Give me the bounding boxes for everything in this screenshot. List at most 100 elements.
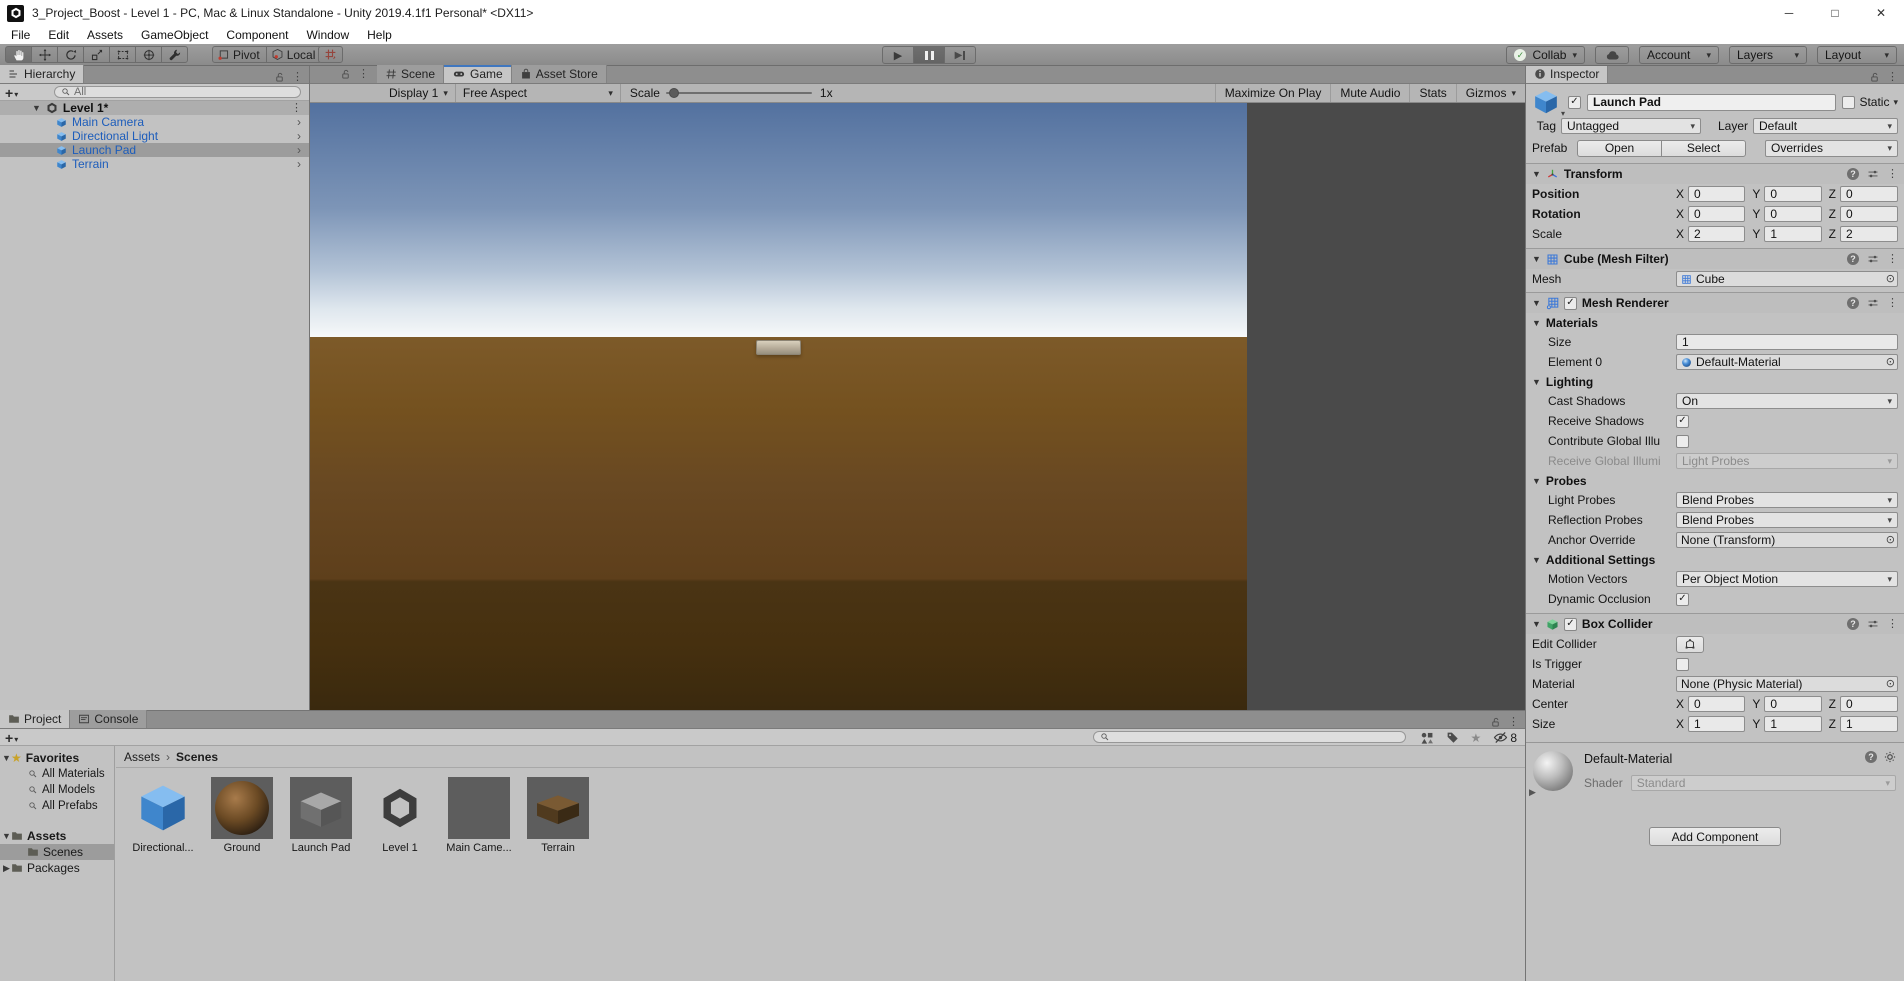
position-z-field[interactable]: 0 [1840,186,1898,202]
hidden-packages-toggle[interactable]: 8 [1493,730,1517,745]
rotation-y-field[interactable]: 0 [1764,206,1822,222]
additional-settings-foldout[interactable]: ▼ Additional Settings [1526,550,1904,569]
local-toggle[interactable]: Local [265,46,323,63]
anchor-override-field[interactable]: None (Transform) ⊙ [1676,532,1898,548]
presets-icon[interactable] [1867,253,1879,265]
lock-icon[interactable] [274,72,285,83]
panel-menu-icon[interactable]: ⋮ [292,72,303,83]
tree-packages-folder[interactable]: ▶ Packages [0,860,114,876]
mesh-renderer-component-header[interactable]: ▼ ✓ Mesh Renderer ? ⋮ [1526,292,1904,313]
asset-item-ground[interactable]: Ground [205,777,279,854]
static-dropdown-icon[interactable]: ▾ [1893,97,1898,107]
hierarchy-item-directional-light[interactable]: Directional Light › [0,129,309,143]
component-menu-icon[interactable]: ⋮ [1887,618,1898,630]
motion-vectors-dropdown[interactable]: Per Object Motion ▾ [1676,571,1898,587]
breadcrumb-scenes[interactable]: Scenes [176,750,218,764]
maximize-on-play-toggle[interactable]: Maximize On Play [1214,84,1331,102]
gizmos-dropdown[interactable]: Gizmos ▾ [1455,84,1525,102]
physic-material-field[interactable]: None (Physic Material) ⊙ [1676,676,1898,692]
menu-gameobject[interactable]: GameObject [132,28,217,42]
tree-all-models[interactable]: All Models [0,782,114,798]
lock-icon[interactable] [1490,717,1501,728]
contribute-gi-checkbox[interactable] [1676,434,1689,448]
prefab-chevron-icon[interactable]: › [297,116,301,128]
collab-dropdown[interactable]: ✓ Collab ▾ [1506,46,1585,64]
tab-project[interactable]: Project [0,710,71,728]
prefab-chevron-icon[interactable]: › [297,144,301,156]
is-trigger-checkbox[interactable] [1676,657,1689,671]
menu-assets[interactable]: Assets [78,28,132,42]
cloud-services-button[interactable] [1595,46,1629,64]
reflection-probes-dropdown[interactable]: Blend Probes ▾ [1676,512,1898,528]
foldout-icon[interactable]: ▼ [2,831,11,841]
tab-scene[interactable]: Scene [377,65,445,83]
position-x-field[interactable]: 0 [1688,186,1746,202]
layers-dropdown[interactable]: Layers ▾ [1729,46,1807,64]
tag-dropdown[interactable]: Untagged ▾ [1561,118,1701,134]
project-search-input[interactable] [1093,731,1406,743]
object-picker-icon[interactable]: ⊙ [1886,356,1895,368]
center-x-field[interactable]: 0 [1688,696,1746,712]
tree-all-prefabs[interactable]: All Prefabs [0,798,114,814]
lock-icon[interactable] [340,69,351,80]
presets-icon[interactable] [1867,618,1879,630]
cast-shadows-dropdown[interactable]: On ▾ [1676,393,1898,409]
tab-asset-store[interactable]: Asset Store [511,65,607,83]
probes-foldout[interactable]: ▼ Probes [1526,471,1904,490]
lighting-foldout[interactable]: ▼ Lighting [1526,372,1904,391]
asset-item-level-1[interactable]: Level 1 [363,777,437,854]
prefab-chevron-icon[interactable]: › [297,158,301,170]
rotate-tool-button[interactable] [57,46,84,63]
menu-edit[interactable]: Edit [39,28,78,42]
help-icon[interactable]: ? [1865,751,1877,763]
asset-item-main-camera[interactable]: Main Came... [442,777,516,854]
tab-inspector[interactable]: Inspector [1526,66,1609,83]
scene-header-row[interactable]: ▼ Level 1* ⋮ [0,101,309,115]
gameobject-name-field[interactable]: Launch Pad [1587,93,1837,111]
active-checkbox[interactable]: ✓ [1568,95,1581,109]
scene-menu-icon[interactable]: ⋮ [291,102,302,114]
slider-thumb[interactable] [668,88,679,98]
menu-component[interactable]: Component [217,28,297,42]
grid-snap-button[interactable] [318,46,343,63]
object-picker-icon[interactable]: ⊙ [1886,534,1895,546]
favorites-filter-icon[interactable]: ★ [1471,732,1482,744]
gear-icon[interactable] [1884,751,1896,763]
aspect-dropdown[interactable]: Free Aspect ▾ [456,84,620,102]
materials-size-field[interactable]: 1 [1676,334,1898,350]
menu-file[interactable]: File [2,28,39,42]
presets-icon[interactable] [1867,297,1879,309]
menu-window[interactable]: Window [297,28,358,42]
prefab-overrides-dropdown[interactable]: Overrides ▾ [1765,139,1898,157]
label-filter-icon[interactable] [1446,731,1459,744]
edit-collider-button[interactable] [1676,635,1704,653]
hierarchy-item-main-camera[interactable]: Main Camera › [0,115,309,129]
preview-expander-icon[interactable]: ▶ [1529,787,1536,798]
custom-tool-button[interactable] [161,46,188,63]
presets-icon[interactable] [1867,168,1879,180]
foldout-icon[interactable]: ▼ [2,753,11,763]
prefab-open-button[interactable]: Open [1577,139,1662,157]
pause-button[interactable] [913,46,945,64]
component-menu-icon[interactable]: ⋮ [1887,297,1898,309]
panel-menu-icon[interactable]: ⋮ [1508,717,1519,728]
foldout-icon[interactable]: ▼ [1532,619,1541,629]
breadcrumb-assets[interactable]: Assets [124,750,160,764]
scale-slider[interactable] [665,84,812,102]
component-menu-icon[interactable]: ⋮ [1887,253,1898,265]
tree-scenes-folder[interactable]: Scenes [0,844,114,860]
size-y-field[interactable]: 1 [1764,716,1822,732]
foldout-icon[interactable]: ▼ [32,103,41,113]
component-enabled-checkbox[interactable]: ✓ [1563,296,1577,310]
type-filter-icon[interactable] [1420,731,1434,745]
tree-all-materials[interactable]: All Materials [0,766,114,782]
light-probes-dropdown[interactable]: Blend Probes ▾ [1676,492,1898,508]
foldout-icon[interactable]: ▼ [1532,254,1541,264]
step-button[interactable]: ▶ [944,46,976,64]
position-y-field[interactable]: 0 [1764,186,1822,202]
tab-hierarchy[interactable]: Hierarchy [0,65,85,83]
center-z-field[interactable]: 0 [1840,696,1898,712]
help-icon[interactable]: ? [1847,618,1859,630]
pivot-toggle[interactable]: Pivot [212,46,267,63]
center-y-field[interactable]: 0 [1764,696,1822,712]
